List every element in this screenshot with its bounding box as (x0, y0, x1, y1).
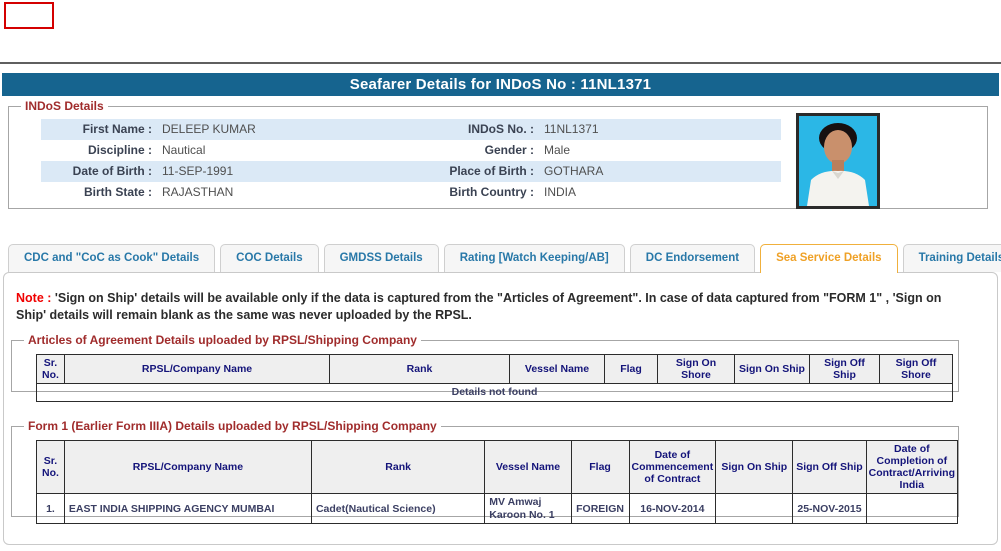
column-header: Vessel Name (509, 353, 605, 385)
column-header: Flag (604, 353, 658, 385)
field-value: DELEEP KUMAR (159, 119, 423, 140)
form1-table: Sr. No. RPSL/Company Name Rank Vessel Na… (36, 439, 959, 525)
tab-cdc-coc-as-cook-details[interactable]: CDC and "CoC as Cook" Details (8, 244, 216, 272)
field-label: Birth State : (41, 182, 159, 203)
cell-sr-no: 1. (36, 493, 65, 525)
column-header: Sr. No. (36, 439, 65, 495)
note-prefix: Note : (16, 291, 55, 305)
column-header: Date of Completion of Contract/Arriving … (865, 439, 959, 495)
page-title: Seafarer Details for INDoS No : 11NL1371 (2, 73, 999, 96)
table-row: 1. EAST INDIA SHIPPING AGENCY MUMBAI Cad… (36, 493, 959, 525)
tab-training-details[interactable]: Training Details (902, 244, 1001, 272)
table-header-row: Sr. No. RPSL/Company Name Rank Vessel Na… (36, 353, 953, 385)
column-header: Sign On Ship (734, 353, 810, 385)
field-label: Place of Birth : (423, 161, 541, 182)
field-value: INDIA (541, 182, 781, 203)
field-value: GOTHARA (541, 161, 781, 182)
field-value: 11NL1371 (541, 119, 781, 140)
cell-sign-off-ship: 25-NOV-2015 (792, 493, 867, 525)
indos-details-legend: INDoS Details (25, 99, 104, 113)
column-header: Sign Off Ship (809, 353, 880, 385)
articles-of-agreement-fieldset: Articles of Agreement Details uploaded b… (11, 333, 959, 402)
table-row: Details not found (36, 383, 953, 402)
seafarer-photo (796, 113, 880, 209)
column-header: Sign Off Shore (879, 353, 953, 385)
field-value: RAJASTHAN (159, 182, 423, 203)
articles-of-agreement-table: Sr. No. RPSL/Company Name Rank Vessel Na… (36, 353, 953, 402)
column-header: Sign On Shore (657, 353, 735, 385)
column-header: Rank (310, 439, 486, 495)
column-header: RPSL/Company Name (64, 353, 330, 385)
tab-rating-watch-keeping-ab[interactable]: Rating [Watch Keeping/AB] (443, 244, 625, 272)
cell-rank: Cadet(Nautical Science) (310, 493, 486, 525)
cell-completion-date (865, 493, 959, 525)
tab-content-panel: Note : 'Sign on Ship' details will be av… (3, 272, 998, 545)
table-header-row: Sr. No. RPSL/Company Name Rank Vessel Na… (36, 439, 959, 495)
portrait-graphic (799, 116, 877, 206)
field-label: INDoS No. : (423, 119, 541, 140)
field-label: Gender : (423, 140, 541, 161)
broken-image-placeholder-icon (4, 2, 54, 29)
column-header: Flag (570, 439, 630, 495)
cell-vessel: MV Amwaj Karoon No. 1 (484, 493, 572, 525)
form1-legend: Form 1 (Earlier Form IIIA) Details uploa… (28, 419, 437, 433)
column-header: Date of Commencement of Contract (628, 439, 717, 495)
column-header: Sign Off Ship (792, 439, 867, 495)
cell-company: EAST INDIA SHIPPING AGENCY MUMBAI (63, 493, 312, 525)
field-value: 11-SEP-1991 (159, 161, 423, 182)
empty-message: Details not found (36, 383, 953, 402)
tab-dc-endorsement[interactable]: DC Endorsement (629, 244, 756, 272)
field-value: Male (541, 140, 781, 161)
seafarer-details-page: Seafarer Details for INDoS No : 11NL1371… (0, 0, 1001, 551)
note-text: Note : 'Sign on Ship' details will be av… (16, 290, 968, 324)
field-label: Discipline : (41, 140, 159, 161)
tab-gmdss-details[interactable]: GMDSS Details (323, 244, 439, 272)
field-label: First Name : (41, 119, 159, 140)
cell-commencement-date: 16-NOV-2014 (628, 493, 717, 525)
indos-details-grid: First Name : DELEEP KUMAR INDoS No. : 11… (41, 119, 781, 203)
tab-bar: CDC and "CoC as Cook" Details COC Detail… (8, 244, 1001, 273)
articles-of-agreement-legend: Articles of Agreement Details uploaded b… (28, 333, 417, 347)
column-header: RPSL/Company Name (63, 439, 312, 495)
field-label: Date of Birth : (41, 161, 159, 182)
form1-fieldset: Form 1 (Earlier Form IIIA) Details uploa… (11, 419, 959, 525)
column-header: Sign On Ship (715, 439, 794, 495)
cell-sign-on-ship (715, 493, 794, 525)
field-value: Nautical (159, 140, 423, 161)
cell-flag: FOREIGN (570, 493, 630, 525)
field-label: Birth Country : (423, 182, 541, 203)
column-header: Vessel Name (484, 439, 572, 495)
column-header: Sr. No. (36, 353, 65, 385)
tab-sea-service-details[interactable]: Sea Service Details (760, 244, 898, 273)
tab-coc-details[interactable]: COC Details (220, 244, 319, 272)
top-divider (0, 62, 1001, 64)
note-body: 'Sign on Ship' details will be available… (16, 291, 942, 322)
column-header: Rank (329, 353, 510, 385)
